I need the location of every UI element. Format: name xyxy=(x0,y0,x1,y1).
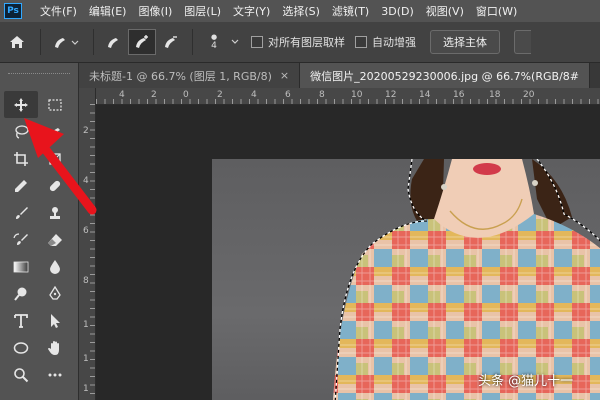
close-icon[interactable]: × xyxy=(280,69,289,82)
brush-icon[interactable] xyxy=(4,199,38,226)
hand-icon[interactable] xyxy=(38,334,72,361)
tab-untitled-1[interactable]: 未标题-1 @ 66.7% (图层 1, RGB/8) × xyxy=(79,63,301,88)
marquee-icon[interactable] xyxy=(38,91,72,118)
quick-select-preset-icon[interactable] xyxy=(47,34,87,50)
photo-image xyxy=(212,159,600,400)
frame-icon[interactable] xyxy=(38,145,72,172)
menu-file[interactable]: 文件(F) xyxy=(40,3,77,19)
tools-panel xyxy=(0,63,79,400)
menu-type[interactable]: 文字(Y) xyxy=(233,3,270,19)
healing-icon[interactable] xyxy=(38,172,72,199)
home-icon[interactable] xyxy=(0,35,34,49)
tool-grid xyxy=(4,91,72,388)
crop-icon[interactable] xyxy=(4,145,38,172)
menu-3d[interactable]: 3D(D) xyxy=(381,5,414,18)
document-canvas[interactable] xyxy=(96,105,600,400)
move-icon[interactable] xyxy=(4,91,38,118)
menu-bar: Ps 文件(F) 编辑(E) 图像(I) 图层(L) 文字(Y) 选择(S) 滤… xyxy=(0,0,600,22)
quick-select-icon[interactable] xyxy=(38,118,72,145)
brush-dot-icon: ● xyxy=(210,33,218,41)
tab-wechat-image[interactable]: 微信图片_20200529230006.jpg @ 66.7%(RGB/8# xyxy=(300,63,590,88)
auto-enhance-option[interactable]: 自动增强 xyxy=(355,34,416,50)
separator xyxy=(40,29,41,55)
ruler-label: 2 xyxy=(83,126,89,136)
ruler-label: 8 xyxy=(83,276,89,286)
sample-all-layers-label: 对所有图层取样 xyxy=(268,36,345,49)
separator xyxy=(192,29,193,55)
add-to-selection-brush-icon[interactable] xyxy=(128,29,156,55)
ruler-ticks xyxy=(90,104,95,400)
menu-select[interactable]: 选择(S) xyxy=(282,3,320,19)
ruler-label: 1 xyxy=(83,320,89,330)
ruler-label: 4 xyxy=(83,176,89,186)
eyedropper-icon[interactable] xyxy=(4,172,38,199)
blur-icon[interactable] xyxy=(38,253,72,280)
menu-view[interactable]: 视图(V) xyxy=(426,3,464,19)
menu-window[interactable]: 窗口(W) xyxy=(476,3,517,19)
horizontal-ruler[interactable]: 6 4 2 0 2 4 6 8 10 12 14 16 18 20 xyxy=(79,88,600,105)
auto-enhance-checkbox[interactable] xyxy=(355,36,367,48)
eraser-icon[interactable] xyxy=(38,226,72,253)
menu-layer[interactable]: 图层(L) xyxy=(184,3,221,19)
sample-all-layers-option[interactable]: 对所有图层取样 xyxy=(251,34,345,50)
stamp-icon[interactable] xyxy=(38,199,72,226)
panel-collapse-grip[interactable] xyxy=(8,73,70,78)
options-bar: ● 4 对所有图层取样 自动增强 选择主体 xyxy=(0,22,600,63)
menu-edit[interactable]: 编辑(E) xyxy=(89,3,127,19)
brush-size-picker[interactable]: ● 4 xyxy=(199,33,229,51)
gradient-icon[interactable] xyxy=(4,253,38,280)
brush-size-value: 4 xyxy=(211,41,217,51)
menu-image[interactable]: 图像(I) xyxy=(138,3,172,19)
menu-filter[interactable]: 滤镜(T) xyxy=(332,3,369,19)
ruler-label: 1 xyxy=(83,354,89,364)
ruler-label: 6 xyxy=(83,226,89,236)
ellipse-icon[interactable] xyxy=(4,334,38,361)
ruler-label: 1 xyxy=(83,384,89,394)
watermark-text: 头条 @猫儿十一 xyxy=(478,374,574,389)
dodge-icon[interactable] xyxy=(4,280,38,307)
document-tab-bar: 未标题-1 @ 66.7% (图层 1, RGB/8) × 微信图片_20200… xyxy=(79,63,600,88)
new-selection-brush-icon[interactable] xyxy=(100,34,128,50)
next-button[interactable] xyxy=(514,30,531,54)
select-subject-button[interactable]: 选择主体 xyxy=(430,30,500,54)
history-brush-icon[interactable] xyxy=(4,226,38,253)
chevron-down-icon[interactable] xyxy=(229,39,241,45)
path-select-icon[interactable] xyxy=(38,307,72,334)
tab-label: 微信图片_20200529230006.jpg @ 66.7%(RGB/8# xyxy=(310,69,579,83)
separator xyxy=(93,29,94,55)
more-icon[interactable] xyxy=(38,361,72,388)
tab-label: 未标题-1 @ 66.7% (图层 1, RGB/8) xyxy=(89,69,272,83)
ruler-ticks xyxy=(79,99,600,104)
zoom-icon[interactable] xyxy=(4,361,38,388)
type-icon[interactable] xyxy=(4,307,38,334)
vertical-ruler[interactable]: 2 4 6 8 1 1 1 xyxy=(79,104,96,400)
ruler-corner xyxy=(79,88,96,105)
sample-all-layers-checkbox[interactable] xyxy=(251,36,263,48)
lasso-icon[interactable] xyxy=(4,118,38,145)
auto-enhance-label: 自动增强 xyxy=(372,36,416,49)
pen-icon[interactable] xyxy=(38,280,72,307)
woman-photo-illustration xyxy=(333,159,600,400)
subtract-selection-brush-icon[interactable] xyxy=(156,34,186,50)
photoshop-logo[interactable]: Ps xyxy=(4,3,22,19)
